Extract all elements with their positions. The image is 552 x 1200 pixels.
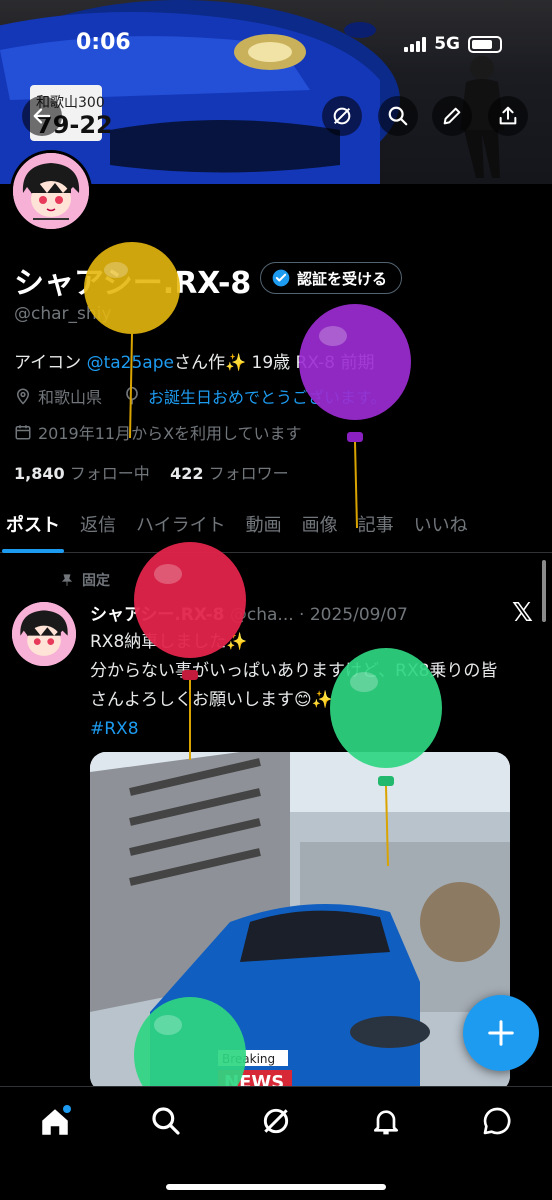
get-verified-button[interactable]: 認証を受ける xyxy=(260,262,403,294)
tab-videos[interactable]: 動画 xyxy=(246,505,282,553)
back-button[interactable] xyxy=(22,96,62,136)
following-label: フォロー中 xyxy=(69,464,150,483)
home-indicator xyxy=(166,1184,386,1190)
nav-home[interactable] xyxy=(27,1105,83,1161)
avatar-illustration-small xyxy=(12,602,76,666)
edit-button[interactable] xyxy=(432,96,472,136)
bell-icon xyxy=(374,1110,399,1135)
network-label: 5G xyxy=(434,34,460,54)
x-logo-icon: 𝕏 xyxy=(512,598,533,628)
search-icon xyxy=(388,106,408,126)
pinned-indicator: 固定 xyxy=(60,570,110,590)
following-link[interactable]: 1,840 フォロー中 xyxy=(14,464,150,483)
balloon-purple xyxy=(299,304,411,529)
pinned-label: 固定 xyxy=(82,573,110,589)
grok-icon xyxy=(333,107,351,125)
follow-stats: 1,840 フォロー中 422 フォロワー xyxy=(14,460,289,484)
bottom-navigation xyxy=(0,1086,552,1200)
bio-prefix: アイコン xyxy=(14,353,87,373)
share-icon xyxy=(499,106,517,125)
compose-post-button[interactable] xyxy=(463,995,539,1071)
location-icon xyxy=(16,388,30,405)
status-bar: 0:06 5G xyxy=(0,0,552,90)
grok-button[interactable] xyxy=(322,96,362,136)
nav-grok[interactable] xyxy=(248,1105,304,1161)
balloon-green xyxy=(330,648,442,867)
search-icon xyxy=(151,1107,180,1135)
followers-link[interactable]: 422 フォロワー xyxy=(170,464,289,483)
grok-icon xyxy=(263,1108,289,1134)
plus-icon xyxy=(488,1020,514,1046)
battery-icon xyxy=(468,35,502,53)
balloon-red xyxy=(134,542,246,760)
post-handle-date: @cha... · 2025/09/07 xyxy=(229,605,408,625)
verified-icon xyxy=(272,269,290,287)
message-icon xyxy=(483,1107,511,1135)
followers-count: 422 xyxy=(170,464,204,483)
signal-icon xyxy=(404,36,427,52)
search-button[interactable] xyxy=(378,96,418,136)
followers-label: フォロワー xyxy=(208,464,289,483)
back-arrow-icon xyxy=(33,108,51,124)
calendar-icon xyxy=(15,425,31,440)
nav-notifications[interactable] xyxy=(358,1105,414,1161)
avatar-illustration xyxy=(13,153,89,229)
scrollbar[interactable] xyxy=(542,560,546,622)
profile-avatar[interactable] xyxy=(10,150,92,232)
balloon-green-bottom xyxy=(134,997,246,1087)
following-count: 1,840 xyxy=(14,464,65,483)
tab-likes[interactable]: いいね xyxy=(414,505,468,553)
profile-tabs: ポスト 返信 ハイライト 動画 画像 記事 いいね xyxy=(0,505,552,553)
status-time: 0:06 xyxy=(76,30,131,55)
nav-messages[interactable] xyxy=(469,1105,525,1161)
post-author-avatar[interactable] xyxy=(12,602,76,666)
tab-replies[interactable]: 返信 xyxy=(80,505,116,553)
share-button[interactable] xyxy=(488,96,528,136)
get-verified-label: 認証を受ける xyxy=(297,269,388,288)
balloon-yellow xyxy=(84,242,180,439)
tab-posts[interactable]: ポスト xyxy=(2,505,64,553)
nav-search[interactable] xyxy=(138,1105,194,1161)
edit-icon xyxy=(443,107,461,125)
pin-icon xyxy=(61,574,73,586)
